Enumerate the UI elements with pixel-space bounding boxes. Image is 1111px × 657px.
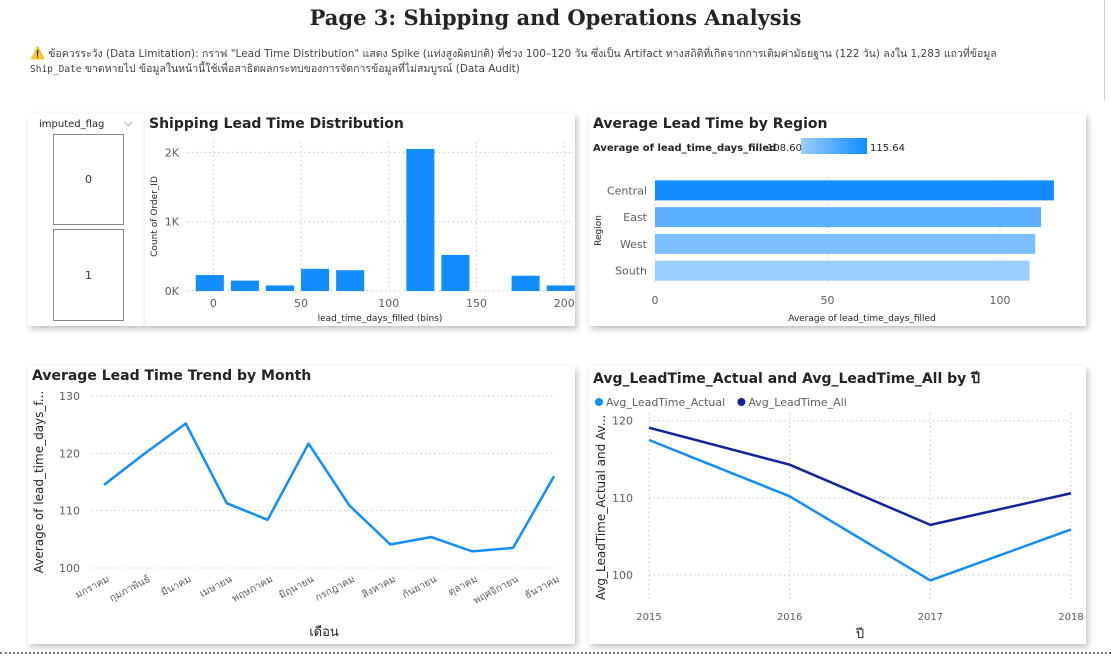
y-tick-label: 0K	[165, 285, 180, 298]
y-axis-title: Avg_LeadTime_Actual and Av...	[594, 415, 608, 600]
histogram-bar	[301, 268, 330, 291]
x-tick-label: 2017	[918, 612, 943, 623]
x-tick-label: พฤษภาคม	[230, 574, 275, 605]
trend-line	[103, 422, 556, 553]
histogram-bar	[195, 275, 224, 291]
y-tick-label: 120	[612, 415, 633, 428]
x-tick-label: กุมภาพันธ์	[107, 573, 152, 604]
page-divider	[1104, 0, 1105, 100]
series-line	[648, 438, 1072, 582]
histogram-bar	[546, 285, 575, 291]
x-axis-title: Average of lead_time_days_filled	[788, 314, 936, 324]
y-axis-title: Region	[594, 215, 604, 246]
histogram-bar	[511, 275, 540, 291]
x-tick-label: มีนาคม	[159, 573, 193, 599]
y-tick-label: East	[623, 211, 647, 224]
y-axis-title: Count of Order_ID	[150, 176, 160, 257]
x-tick-label: กรกฎาคม	[314, 574, 357, 604]
legend-label: Avg_LeadTime_All	[748, 396, 846, 409]
x-tick-label: 100	[990, 294, 1011, 307]
x-tick-label: 100	[378, 297, 399, 310]
legend-title: Average of lead_time_days_filled	[593, 143, 776, 154]
lead-time-trend-month-panel[interactable]: Average Lead Time Trend by Month 100 110 1…	[28, 366, 575, 644]
series-line	[648, 426, 1072, 527]
legend-gradient	[801, 138, 867, 154]
x-tick-label: มกราคม	[74, 574, 112, 601]
legend-marker	[595, 398, 603, 406]
x-tick-label: 0	[652, 294, 659, 307]
chevron-down-icon[interactable]: ⌵	[124, 116, 132, 130]
warning-icon: ⚠️	[30, 46, 45, 60]
slicer-header: imputed_flag	[39, 119, 105, 130]
legend-max-label: 115.64	[870, 143, 905, 154]
y-tick-label: 100	[612, 569, 633, 582]
y-tick-label: 130	[59, 390, 80, 403]
lead-time-distribution-panel[interactable]: Shipping Lead Time Distribution 0 50 100 15…	[145, 114, 575, 326]
note-code: Ship_Date	[30, 64, 82, 75]
slicer-tile-0[interactable]: 0	[53, 134, 124, 225]
lead-time-by-region-panel[interactable]: Average Lead Time by Region Average of l…	[589, 114, 1086, 326]
x-tick-label: สิงหาคม	[360, 574, 397, 601]
legend-label: Avg_LeadTime_Actual	[606, 396, 725, 409]
lead-time-by-year-panel[interactable]: Avg_LeadTime_Actual and Avg_LeadTime_All…	[589, 366, 1086, 644]
y-tick-label: Central	[607, 184, 647, 197]
note-text-suffix: ขาดหายไป ข้อมูลในหน้านี้ใช้เพื่อสาธิตผลก…	[84, 63, 520, 75]
histogram-bar	[230, 280, 259, 291]
x-tick-label: กันยายน	[401, 574, 439, 601]
x-tick-label: เมษายน	[198, 574, 234, 600]
x-tick-label: พฤศจิกายน	[472, 574, 521, 607]
region-bar-chart: Average of lead_time_days_filled108.60 11…	[593, 138, 1054, 324]
y-tick-label: 120	[59, 447, 80, 460]
region-bar	[655, 207, 1042, 228]
x-tick-label: 50	[294, 297, 308, 310]
x-tick-label: 0	[210, 297, 217, 310]
x-axis-title: เดือน	[309, 624, 339, 640]
x-tick-label: มิถุนายน	[277, 574, 316, 602]
y-tick-label: 2K	[165, 146, 180, 159]
x-tick-label: 2015	[636, 612, 661, 623]
page-bottom-border	[0, 652, 1111, 654]
y-tick-label: 110	[612, 492, 633, 505]
note-text-prefix: ข้อควรระวัง (Data Limitation): กราฟ "Lea…	[48, 48, 997, 60]
month-line-chart: 100 110 120 130 มกราคมกุมภาพันธ์ มีนาคม เมษายน…	[32, 390, 561, 640]
legend-min-label: 108.60	[767, 143, 802, 154]
data-limitation-note: ⚠️ ข้อควรระวัง (Data Limitation): กราฟ "…	[30, 46, 1090, 77]
imputed-flag-slicer[interactable]: imputed_flag ⌵ 0 1	[28, 114, 145, 326]
year-line-chart: Avg_LeadTime_Actual Avg_LeadTime_All 100 11…	[594, 396, 1084, 642]
region-bar	[655, 233, 1036, 254]
histogram-bar	[265, 285, 295, 291]
y-axis-title: Average of lead_time_days_f...	[32, 391, 46, 573]
y-tick-label: 100	[59, 562, 80, 575]
x-axis-title: ปี	[855, 626, 864, 642]
histogram-bar	[406, 148, 435, 291]
region-bar	[655, 260, 1030, 281]
region-bar	[655, 180, 1054, 201]
y-tick-label: 110	[59, 505, 80, 518]
slicer-tile-1[interactable]: 1	[53, 229, 124, 321]
y-tick-label: South	[615, 265, 647, 278]
x-tick-label: ธันวาคม	[523, 574, 561, 601]
histogram-bar	[441, 254, 470, 291]
x-tick-label: 150	[466, 297, 487, 310]
y-tick-label: 1K	[165, 216, 180, 229]
histogram-bar	[336, 270, 365, 291]
page-title: Page 3: Shipping and Operations Analysis	[309, 5, 802, 30]
y-tick-label: West	[620, 238, 648, 251]
x-tick-label: 2018	[1058, 612, 1083, 623]
x-tick-label: 200	[554, 297, 575, 310]
x-axis-title: lead_time_days_filled (bins)	[318, 314, 443, 324]
lead-time-histogram: 0 50 100 150 200 0K 1K 2K lead_time_days_filled …	[150, 142, 575, 324]
x-tick-label: 2016	[777, 612, 802, 623]
legend-marker	[737, 398, 746, 406]
x-tick-label: 50	[821, 294, 835, 307]
